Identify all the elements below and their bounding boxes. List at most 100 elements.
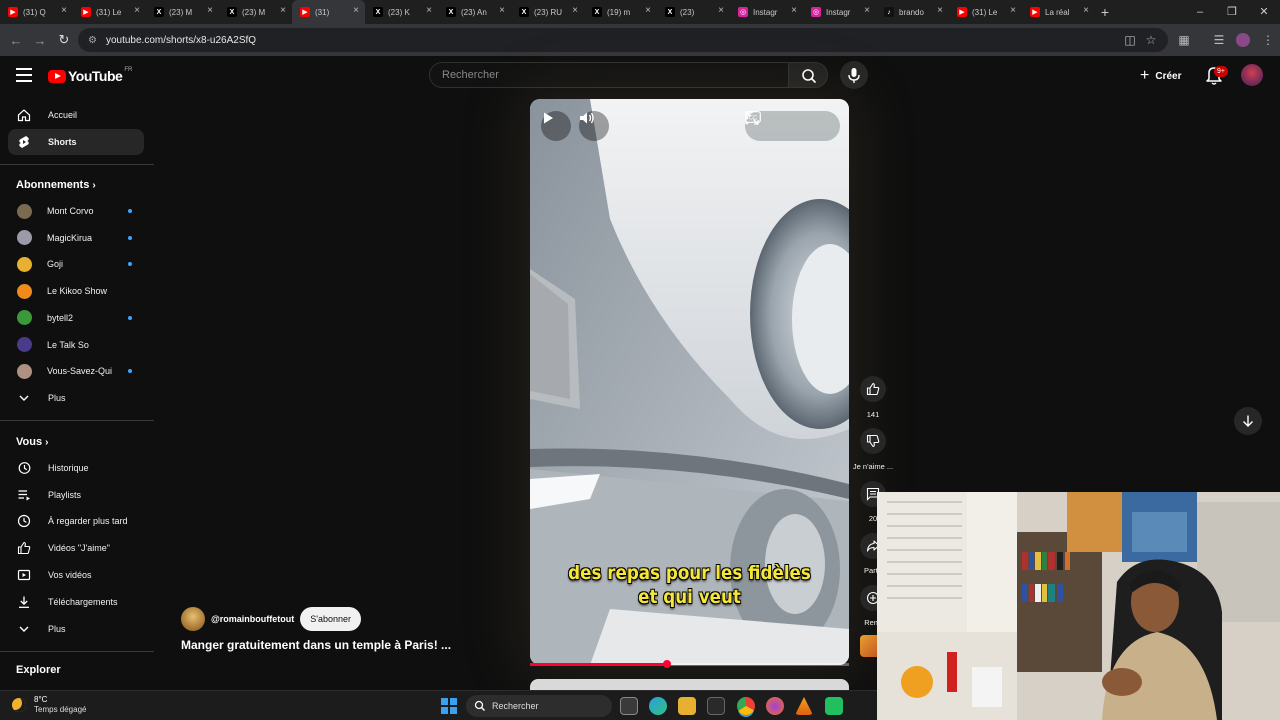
store-icon[interactable] xyxy=(707,697,725,715)
browser-tab[interactable]: ◎ Instagr × xyxy=(730,0,803,24)
sidebar-item-shorts[interactable]: Shorts xyxy=(8,129,144,155)
channel-name[interactable]: @romainbouffetout xyxy=(211,614,294,624)
sidebar-item-subscription[interactable]: Mont Corvo xyxy=(8,198,144,224)
sidebar-item-subscription[interactable]: bytell2 xyxy=(8,305,144,331)
tab-close-icon[interactable]: × xyxy=(645,6,651,16)
search-button[interactable] xyxy=(788,62,828,88)
like-button[interactable] xyxy=(860,376,886,402)
sidebar-item-subscription[interactable]: MagicKirua xyxy=(8,225,144,251)
tab-close-icon[interactable]: × xyxy=(1010,6,1016,16)
you-heading[interactable]: Vous › xyxy=(16,436,48,448)
sidebar-item-subscription[interactable]: Le Talk So xyxy=(8,332,144,358)
chrome-menu-icon[interactable]: ⋮ xyxy=(1260,32,1276,48)
bookmark-star-icon[interactable]: ☆ xyxy=(1143,32,1159,48)
edge-icon[interactable] xyxy=(649,697,667,715)
tab-close-icon[interactable]: × xyxy=(61,6,67,16)
hamburger-menu-icon[interactable] xyxy=(16,68,32,82)
sidebar-item-history[interactable]: Historique xyxy=(8,455,144,481)
search-input[interactable]: Rechercher xyxy=(429,62,789,88)
browser-tab[interactable]: X (23) M × xyxy=(146,0,219,24)
restore-button[interactable]: ❐ xyxy=(1216,0,1248,24)
sidebar-item-your-videos[interactable]: Vos vidéos xyxy=(8,562,144,588)
tab-close-icon[interactable]: × xyxy=(864,6,870,16)
new-tab-button[interactable]: + xyxy=(1095,4,1115,20)
tab-close-icon[interactable]: × xyxy=(1083,6,1089,16)
vlc-icon[interactable] xyxy=(795,697,813,715)
browser-tab[interactable]: ▶ La réal × xyxy=(1022,0,1095,24)
firefox-icon[interactable] xyxy=(766,697,784,715)
progress-scrubber[interactable] xyxy=(663,660,672,668)
next-short-button[interactable] xyxy=(1234,407,1262,435)
subscriptions-heading[interactable]: Abonnements › xyxy=(16,179,96,191)
task-view-icon[interactable] xyxy=(620,697,638,715)
app-icon[interactable] xyxy=(825,697,843,715)
sidebar-item-subscription[interactable]: Le Kikoo Show xyxy=(8,278,144,304)
sidebar-item-watch-later[interactable]: À regarder plus tard xyxy=(8,508,144,534)
tab-close-icon[interactable]: × xyxy=(572,6,578,16)
browser-tab[interactable]: X (23) M × xyxy=(219,0,292,24)
tab-close-icon[interactable]: × xyxy=(499,6,505,16)
close-window-button[interactable]: ✕ xyxy=(1248,0,1280,24)
tab-close-icon[interactable]: × xyxy=(207,6,213,16)
browser-tab[interactable]: ▶ (31) Le × xyxy=(73,0,146,24)
browser-tab[interactable]: X (19) m × xyxy=(584,0,657,24)
browser-tab[interactable]: ▶ (31) Le × xyxy=(949,0,1022,24)
site-info-icon[interactable]: ⚙ xyxy=(88,35,97,46)
create-button[interactable]: + Créer xyxy=(1140,64,1181,88)
tab-close-icon[interactable]: × xyxy=(280,6,286,16)
sidebar-item-home[interactable]: Accueil xyxy=(8,102,144,128)
dislike-button[interactable] xyxy=(860,428,886,454)
sidebar-item-subscription[interactable]: Goji xyxy=(8,251,144,277)
tab-close-icon[interactable]: × xyxy=(353,6,359,16)
account-avatar[interactable] xyxy=(1241,64,1263,86)
fullscreen-icon[interactable] xyxy=(745,111,759,125)
browser-tab[interactable]: ♪ brando × xyxy=(876,0,949,24)
voice-search-button[interactable] xyxy=(840,61,868,89)
sidebar-item-subscription[interactable]: Vous-Savez-Qui xyxy=(8,358,144,384)
extensions-icon[interactable]: ▦ xyxy=(1176,32,1192,48)
sidebar-item-download[interactable]: Téléchargements xyxy=(8,589,144,615)
reload-button[interactable]: ↻ xyxy=(52,32,76,48)
browser-tab[interactable]: ◎ Instagr × xyxy=(803,0,876,24)
back-button[interactable]: ← xyxy=(4,33,28,48)
browser-tab[interactable]: ▶ (31) Q × xyxy=(0,0,73,24)
chrome-icon[interactable] xyxy=(737,697,755,715)
minimize-button[interactable]: – xyxy=(1184,0,1216,24)
youtube-logo[interactable]: YouTube FR xyxy=(48,67,132,85)
video-progress-bar[interactable] xyxy=(530,660,849,668)
tab-search-icon[interactable]: ☰ xyxy=(1211,32,1227,48)
subscribe-button[interactable]: S'abonner xyxy=(300,607,362,631)
tab-close-icon[interactable]: × xyxy=(937,6,943,16)
browser-tab[interactable]: X (23) K × xyxy=(365,0,438,24)
sidebar-item-thumbs-up[interactable]: Vidéos "J'aime" xyxy=(8,535,144,561)
file-explorer-icon[interactable] xyxy=(678,697,696,715)
sidebar-item-playlists[interactable]: Playlists xyxy=(8,482,144,508)
sidebar-divider xyxy=(0,164,154,165)
tab-close-icon[interactable]: × xyxy=(426,6,432,16)
weather-widget[interactable]: 8°C Temps dégagé xyxy=(12,695,86,715)
browser-tab[interactable]: X (23) An × xyxy=(438,0,511,24)
short-title[interactable]: Manger gratuitement dans un temple à Par… xyxy=(181,638,451,652)
forward-button[interactable]: → xyxy=(28,33,52,48)
progress-fill xyxy=(530,663,668,666)
instagram-icon: ◎ xyxy=(738,7,748,17)
tab-close-icon[interactable]: × xyxy=(791,6,797,16)
you-more-button[interactable]: Plus xyxy=(8,616,144,642)
channel-avatar[interactable] xyxy=(181,607,205,631)
browser-tab[interactable]: X (23) × xyxy=(657,0,730,24)
profile-avatar[interactable] xyxy=(1236,33,1250,47)
dislike-label: Je n'aime ... xyxy=(852,462,894,471)
tab-close-icon[interactable]: × xyxy=(718,6,724,16)
play-button[interactable] xyxy=(541,111,571,141)
install-app-icon[interactable]: ◫ xyxy=(1122,32,1138,48)
browser-tab[interactable]: ▶ (31) × xyxy=(292,0,365,24)
subscriptions-more-button[interactable]: Plus xyxy=(8,385,144,411)
short-video-player[interactable]: CC des repas pour les fidèles et qui veu… xyxy=(530,99,849,665)
windows-start-icon[interactable] xyxy=(441,698,457,714)
volume-button[interactable] xyxy=(579,111,609,141)
like-count: 141 xyxy=(866,410,880,419)
browser-tab[interactable]: X (23) RU × xyxy=(511,0,584,24)
taskbar-search[interactable]: Rechercher xyxy=(466,695,612,717)
tab-close-icon[interactable]: × xyxy=(134,6,140,16)
omnibox[interactable]: ⚙ youtube.com/shorts/x8-u26A2SfQ xyxy=(78,28,1168,52)
